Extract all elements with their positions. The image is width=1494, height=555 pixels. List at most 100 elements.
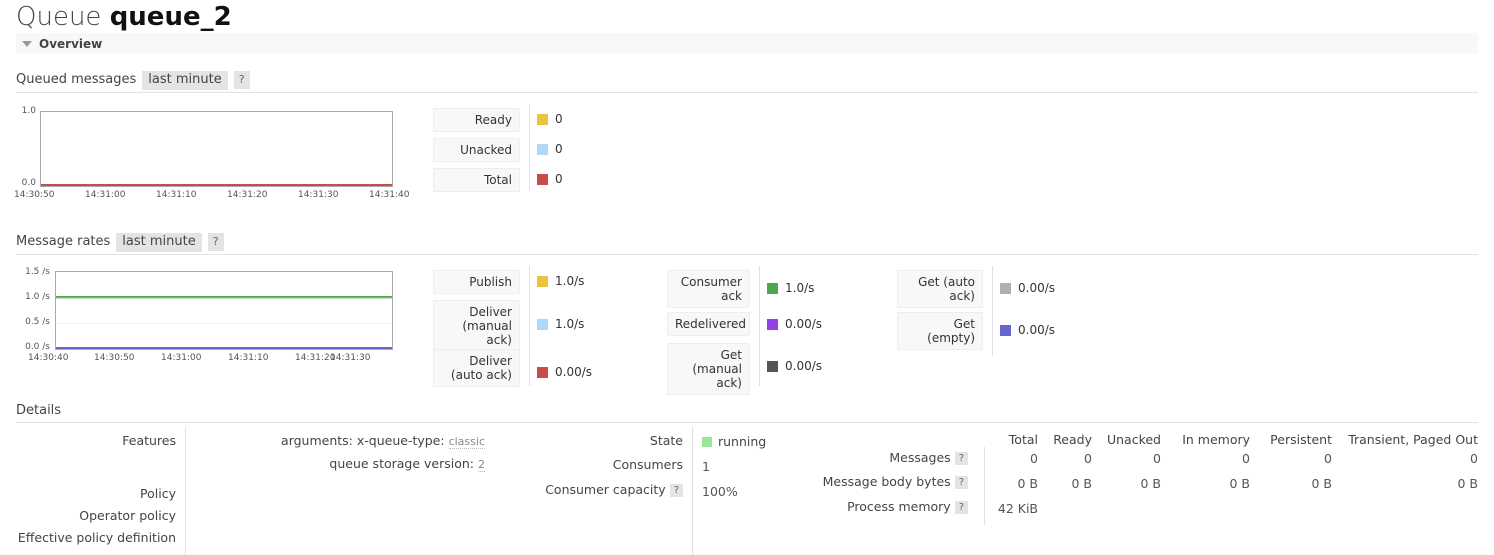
legend-label-redelivered[interactable]: Redelivered (667, 312, 750, 336)
details-label-consumer-capacity-text: Consumer capacity (545, 482, 666, 497)
consumer-capacity-help-icon[interactable]: ? (669, 484, 683, 497)
chart1-xtick-5: 14:31:40 (369, 190, 410, 200)
legend-value-consumer-ack: 1.0/s (767, 281, 814, 295)
legend-value-get-empty-text: 0.00/s (1018, 323, 1056, 337)
message-rates-period-chip[interactable]: last minute (116, 233, 202, 252)
table-col-transient-paged-out: Transient, Paged Out (1348, 432, 1478, 447)
overview-section-label: Overview (39, 36, 103, 51)
legend-label-total[interactable]: Total (433, 168, 520, 192)
details-label-consumers: Consumers (612, 457, 683, 472)
legend-divider (529, 104, 530, 190)
legend-label-get-manual-ack[interactable]: Get (manual ack) (667, 343, 750, 395)
details-label-process-memory: Process memory? (790, 499, 968, 514)
chart1-series-total (41, 184, 392, 186)
legend-value-deliver-auto-ack: 0.00/s (537, 365, 592, 379)
queued-messages-help-icon[interactable]: ? (233, 71, 250, 89)
legend-value-deliver-auto-ack-text: 0.00/s (555, 365, 593, 379)
legend-value-deliver-manual-ack: 1.0/s (537, 317, 584, 331)
legend-label-deliver-manual-ack[interactable]: Deliver (manual ack) (433, 300, 520, 352)
chart2-xtick-2: 14:31:00 (161, 353, 202, 363)
chart1-xtick-1: 14:31:00 (85, 190, 126, 200)
page-title-object: queue_2 (109, 2, 232, 32)
legend-value-get-auto-ack: 0.00/s (1000, 281, 1055, 295)
legend-divider-3 (992, 266, 993, 356)
chart2-series-publish (56, 297, 392, 299)
legend-row-consumer-ack: Consumer ack (667, 270, 750, 308)
chart1-ytick-0: 0.0 (21, 178, 36, 188)
overview-section-toggle[interactable]: Overview (16, 33, 1478, 54)
chart1-xtick-0: 14:30:50 (14, 190, 55, 200)
legend-divider-1 (529, 266, 530, 386)
chart2-series-zero-rates (56, 347, 392, 349)
legend-value-consumer-ack-text: 1.0/s (785, 281, 815, 295)
legend-row-ready: Ready (433, 108, 520, 132)
details-label-operator-policy: Operator policy (79, 508, 176, 523)
legend-value-get-auto-ack-text: 0.00/s (1018, 281, 1056, 295)
swatch-publish-icon (537, 275, 548, 287)
legend-label-unacked[interactable]: Unacked (433, 138, 520, 162)
chart1-plot-area (40, 111, 393, 187)
legend-label-deliver-auto-ack[interactable]: Deliver (auto ack) (433, 349, 520, 387)
chart2-ytick-15: 1.5 /s (25, 267, 50, 277)
details-label-messages-text: Messages (889, 450, 951, 465)
legend-label-consumer-ack[interactable]: Consumer ack (667, 270, 750, 308)
details-label-policy: Policy (140, 486, 176, 501)
legend-value-ready: 0 (537, 112, 563, 126)
cell-messages-transient-paged-out: 0 (1470, 451, 1478, 466)
legend-label-publish[interactable]: Publish (433, 270, 520, 294)
message-rates-title: Message rates (16, 234, 111, 249)
details-value-consumer-capacity: 100% (702, 484, 738, 499)
swatch-consumer-ack-icon (767, 282, 778, 294)
message-rates-help-icon[interactable]: ? (207, 233, 224, 251)
swatch-ready-icon (537, 113, 548, 125)
details-label-messages: Messages? (790, 450, 968, 465)
chart2-gridline-05 (56, 323, 392, 324)
legend-row-get-empty: Get (empty) (897, 312, 983, 350)
legend-value-publish: 1.0/s (537, 274, 584, 288)
legend-value-get-manual-ack-text: 0.00/s (785, 359, 823, 373)
swatch-get-manual-ack-icon (767, 360, 778, 372)
chart2-ytick-10: 1.0 /s (25, 292, 50, 302)
details-label-process-memory-text: Process memory (847, 499, 951, 514)
legend-value-get-empty: 0.00/s (1000, 323, 1055, 337)
legend-row-get-auto-ack: Get (auto ack) (897, 270, 983, 308)
details-heading: Details (16, 403, 1478, 423)
details-title: Details (16, 403, 62, 418)
swatch-deliver-manual-ack-icon (537, 318, 548, 330)
details-label-message-body-bytes-text: Message body bytes (822, 474, 951, 489)
chart2-plot-area (55, 271, 393, 350)
legend-value-redelivered: 0.00/s (767, 317, 822, 331)
legend-value-get-manual-ack: 0.00/s (767, 359, 822, 373)
legend-row-publish: Publish (433, 270, 520, 294)
chart1-ytick-1: 1.0 (21, 106, 36, 116)
details-left-divider (185, 427, 186, 555)
message-rates-heading: Message rates last minute ? (16, 233, 1478, 255)
legend-value-total-text: 0 (555, 172, 563, 186)
chart2-xtick-3: 14:31:10 (228, 353, 269, 363)
details-value-state: running (702, 434, 766, 449)
legend-row-get-manual-ack: Get (manual ack) (667, 343, 750, 395)
legend-row-total: Total (433, 168, 520, 192)
details-label-message-body-bytes: Message body bytes? (790, 474, 968, 489)
queued-messages-heading: Queued messages last minute ? (16, 71, 1478, 93)
details-middle-divider (692, 427, 693, 555)
page-title-prefix: Queue (16, 2, 102, 32)
legend-row-redelivered: Redelivered (667, 312, 750, 336)
chart2-ytick-05: 0.5 /s (25, 317, 50, 327)
details-label-state: State (649, 433, 683, 448)
cell-body-bytes-transient-paged-out: 0 B (1457, 476, 1478, 491)
table-col-in-memory: In memory (1182, 432, 1250, 447)
chart1-xtick-4: 14:31:30 (298, 190, 339, 200)
legend-label-get-empty[interactable]: Get (empty) (897, 312, 983, 350)
legend-label-get-auto-ack[interactable]: Get (auto ack) (897, 270, 983, 308)
legend-value-publish-text: 1.0/s (555, 274, 585, 288)
legend-value-deliver-manual-ack-text: 1.0/s (555, 317, 585, 331)
legend-label-ready[interactable]: Ready (433, 108, 520, 132)
cell-body-bytes-in-memory: 0 B (1229, 476, 1250, 491)
details-feature-storage-version: queue storage version: 2 (195, 456, 485, 472)
legend-value-unacked: 0 (537, 142, 563, 156)
legend-row-deliver-auto-ack: Deliver (auto ack) (433, 349, 520, 387)
queued-messages-period-chip[interactable]: last minute (142, 71, 228, 90)
legend-value-ready-text: 0 (555, 112, 563, 126)
chart2-xtick-5: 14:31:30 (330, 353, 371, 363)
